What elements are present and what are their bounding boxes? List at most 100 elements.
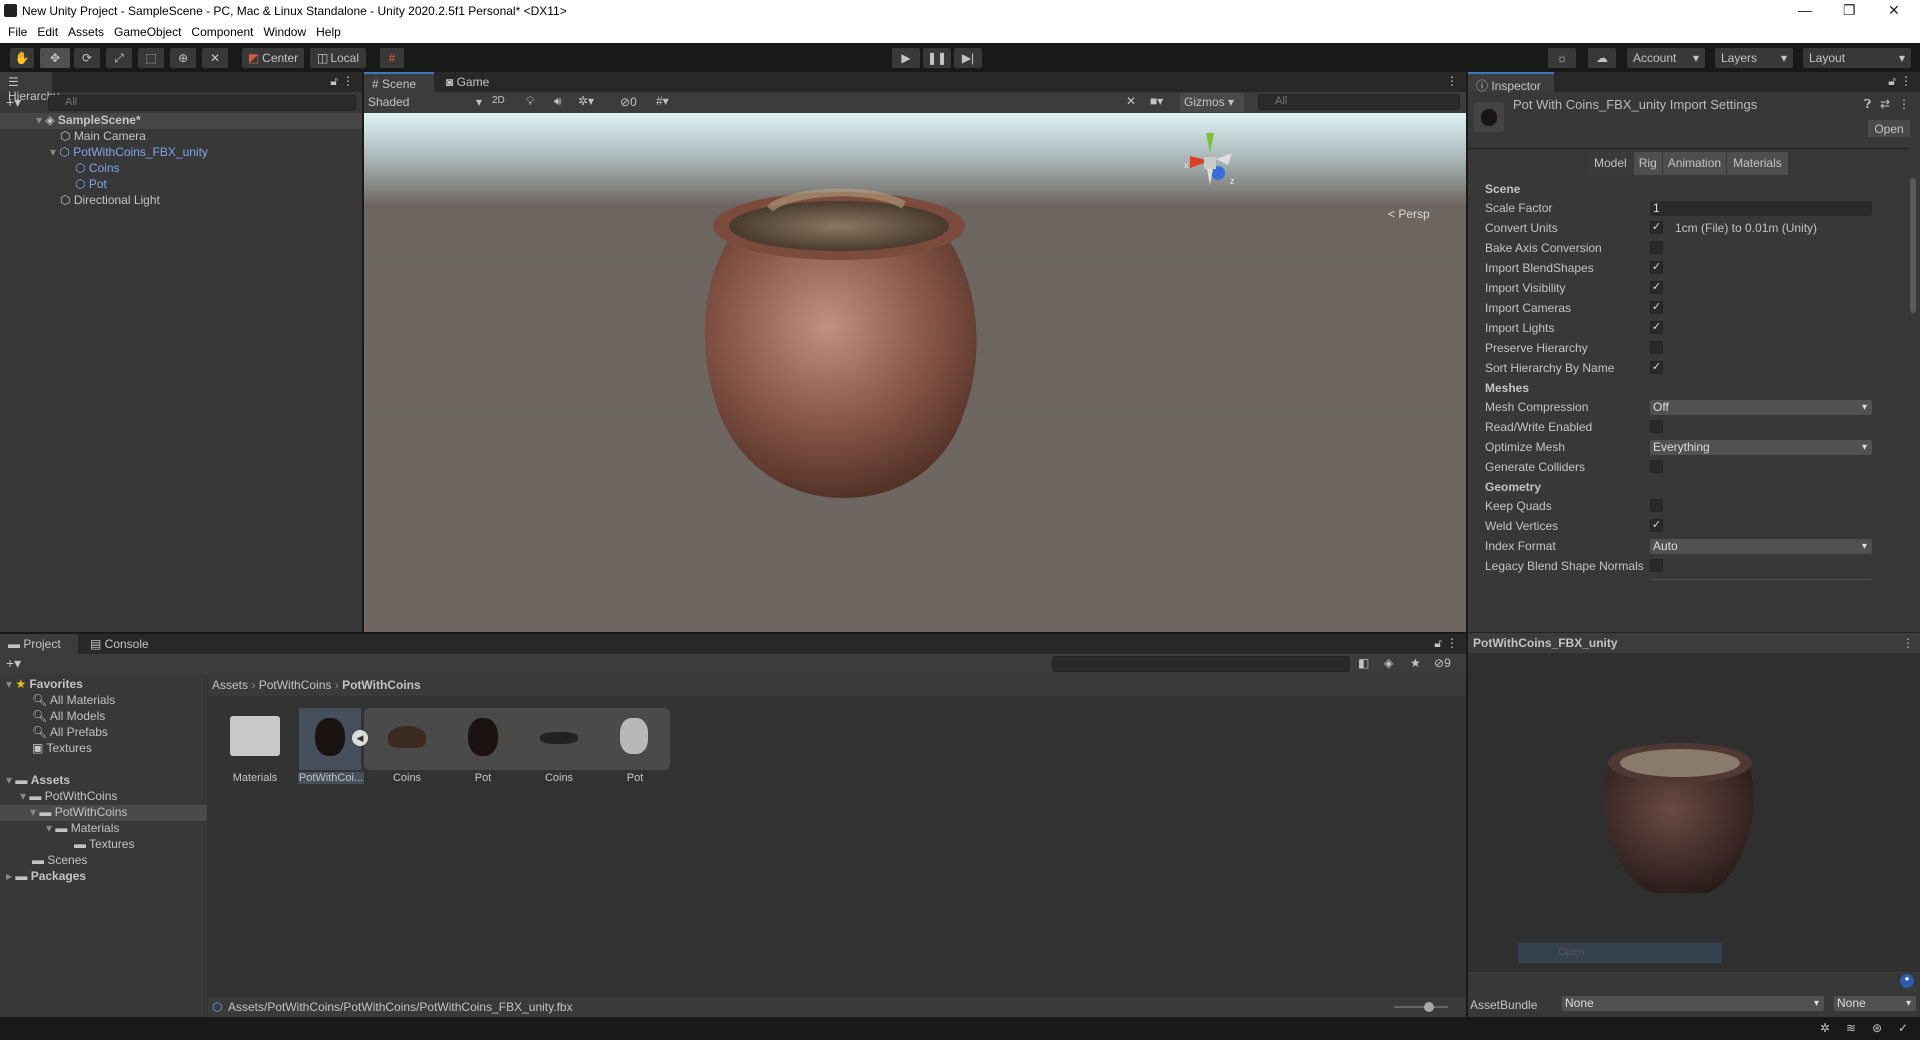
step-button[interactable]: ▶| bbox=[954, 48, 982, 68]
project-search-input[interactable] bbox=[1052, 656, 1350, 672]
more-icon[interactable]: ⋮ bbox=[1898, 97, 1910, 111]
hierarchy-item-scene[interactable]: ▾ ◈ SampleScene* bbox=[0, 113, 362, 129]
cloud-icon[interactable]: ☁ bbox=[1588, 48, 1616, 68]
hierarchy-item[interactable]: ▾ ⬡ PotWithCoins_FBX_unity bbox=[50, 145, 208, 161]
tab-materials[interactable]: Materials bbox=[1727, 152, 1788, 175]
model-preview[interactable]: Open bbox=[1468, 653, 1920, 969]
setting-checkbox[interactable]: ✓ bbox=[1650, 321, 1663, 334]
tab-hierarchy[interactable]: ☰ Hierarchy bbox=[0, 72, 59, 103]
debug-icon[interactable]: ✲ bbox=[1820, 1021, 1830, 1035]
tools-icon[interactable]: ✕ bbox=[1126, 94, 1136, 108]
favorite-item[interactable]: 🔍︎ All Prefabs bbox=[32, 725, 108, 741]
asset-label-selected[interactable]: PotWithCoi... bbox=[298, 772, 364, 784]
tree-item[interactable]: ▬ Textures bbox=[74, 837, 134, 853]
scale-tool-icon[interactable]: ⤢ bbox=[106, 48, 132, 68]
services-icon[interactable]: ☼ bbox=[1548, 48, 1576, 68]
search-by-type-icon[interactable]: ◧ bbox=[1358, 656, 1369, 670]
setting-checkbox[interactable]: ✓ bbox=[1650, 361, 1663, 374]
presets-icon[interactable]: ⇄ bbox=[1880, 97, 1890, 111]
scale-factor-input[interactable]: 1 bbox=[1650, 201, 1872, 216]
pivot-center-button[interactable]: ◩ Center bbox=[242, 48, 304, 68]
tree-item[interactable]: ▬ Scenes bbox=[32, 853, 87, 869]
tab-game[interactable]: ◙ Game bbox=[438, 72, 498, 92]
label-tag-icon[interactable]: ● bbox=[1900, 974, 1914, 988]
lock-icon[interactable]: 🔓︎ bbox=[1888, 74, 1896, 89]
collapse-arrow-icon[interactable]: ◀ bbox=[352, 730, 368, 746]
setting-dropdown[interactable]: Everything bbox=[1650, 440, 1872, 455]
breadcrumb-item[interactable]: PotWithCoins bbox=[259, 678, 332, 692]
hand-tool-icon[interactable]: ✋ bbox=[10, 48, 34, 68]
lock-icon[interactable]: 🔓︎ bbox=[330, 74, 338, 89]
menu-window[interactable]: Window bbox=[259, 22, 312, 43]
setting-checkbox[interactable] bbox=[1650, 341, 1663, 354]
setting-dropdown[interactable]: Auto bbox=[1650, 539, 1872, 554]
gizmos-dropdown[interactable]: Gizmos ▾ bbox=[1180, 93, 1244, 112]
tree-item[interactable]: ▾ ▬ PotWithCoins bbox=[20, 789, 117, 805]
tab-animation[interactable]: Animation bbox=[1662, 152, 1727, 175]
check-icon[interactable]: ✓ bbox=[1898, 1021, 1908, 1035]
setting-checkbox[interactable] bbox=[1650, 559, 1663, 572]
breadcrumb-item-current[interactable]: PotWithCoins bbox=[342, 678, 421, 692]
assetbundle-variant-dropdown[interactable]: None bbox=[1834, 996, 1916, 1011]
move-tool-icon[interactable]: ✥ bbox=[40, 48, 70, 68]
rect-tool-icon[interactable]: ⬚ bbox=[138, 48, 164, 68]
coins-mesh-thumbnail[interactable] bbox=[540, 732, 578, 744]
tab-inspector[interactable]: ⓘ Inspector bbox=[1468, 72, 1554, 93]
close-button[interactable]: ✕ bbox=[1888, 2, 1900, 19]
tab-console[interactable]: ▤ Console bbox=[82, 634, 158, 654]
setting-checkbox[interactable]: ✓ bbox=[1650, 301, 1663, 314]
layout-dropdown[interactable]: Layout ▾ bbox=[1803, 48, 1911, 68]
tree-item[interactable]: ▾ ▬ Materials bbox=[46, 821, 119, 837]
pot-mesh-thumbnail[interactable] bbox=[620, 718, 648, 754]
setting-dropdown[interactable]: Import bbox=[1650, 579, 1872, 580]
setting-checkbox[interactable]: ✓ bbox=[1650, 281, 1663, 294]
create-asset-button[interactable]: +▾ bbox=[6, 655, 21, 672]
transform-tool-icon[interactable]: ⊕ bbox=[170, 48, 196, 68]
lighting-icon[interactable]: 💡︎ bbox=[526, 94, 534, 109]
asset-label[interactable]: Pot bbox=[450, 772, 516, 784]
tab-model[interactable]: Model bbox=[1588, 152, 1633, 175]
play-button[interactable]: ▶ bbox=[892, 48, 920, 68]
folder-icon[interactable] bbox=[230, 716, 280, 756]
assetbundle-dropdown[interactable]: None bbox=[1562, 996, 1824, 1011]
preview-play-button[interactable]: Open bbox=[1518, 943, 1722, 963]
layers-dropdown[interactable]: Layers ▾ bbox=[1715, 48, 1793, 68]
favorites-header[interactable]: ▾ ★ Favorites bbox=[6, 677, 83, 693]
more-icon[interactable]: ⋮ bbox=[1900, 74, 1912, 88]
restore-button[interactable]: ❐ bbox=[1843, 2, 1856, 19]
asset-label[interactable]: Pot bbox=[602, 772, 668, 784]
tree-item-selected[interactable]: ▾ ▬ PotWithCoins bbox=[0, 805, 207, 821]
menu-edit[interactable]: Edit bbox=[33, 22, 64, 43]
pause-button[interactable]: ❚❚ bbox=[923, 48, 951, 68]
hierarchy-item[interactable]: ⬡ Directional Light bbox=[60, 193, 160, 209]
cache-server-icon[interactable]: ≋ bbox=[1846, 1021, 1856, 1035]
camera-icon[interactable]: ■▾ bbox=[1150, 94, 1163, 108]
favorite-item[interactable]: 🔍︎ All Models bbox=[32, 709, 105, 725]
hierarchy-item[interactable]: ⬡ Coins bbox=[75, 161, 120, 177]
setting-checkbox[interactable] bbox=[1650, 499, 1663, 512]
more-icon[interactable]: ⋮ bbox=[1446, 636, 1458, 650]
pot-thumbnail[interactable] bbox=[468, 718, 498, 756]
favorites-star-icon[interactable]: ★ bbox=[1410, 656, 1421, 670]
add-object-button[interactable]: +▾ bbox=[6, 94, 21, 111]
icon-size-slider[interactable] bbox=[1394, 1002, 1448, 1012]
setting-checkbox[interactable]: ✓ bbox=[1650, 221, 1663, 234]
hidden-objects-icon[interactable]: ⊘0 bbox=[620, 95, 637, 109]
scene-search-input[interactable]: All bbox=[1258, 94, 1460, 110]
rotate-tool-icon[interactable]: ⟳ bbox=[74, 48, 100, 68]
more-icon[interactable]: ⋮ bbox=[1446, 74, 1458, 88]
favorite-item[interactable]: 🔍︎ All Materials bbox=[32, 693, 115, 709]
custom-tool-icon[interactable]: ✕ bbox=[202, 48, 228, 68]
setting-dropdown[interactable]: Off bbox=[1650, 400, 1872, 415]
setting-checkbox[interactable] bbox=[1650, 460, 1663, 473]
tree-item-packages[interactable]: ▸ ▬ Packages bbox=[6, 869, 86, 885]
setting-checkbox[interactable]: ✓ bbox=[1650, 519, 1663, 532]
menu-assets[interactable]: Assets bbox=[64, 22, 110, 43]
persp-label[interactable]: < Persp bbox=[1388, 207, 1430, 221]
auto-generate-lighting-icon[interactable]: ⊛ bbox=[1872, 1021, 1882, 1035]
favorite-item[interactable]: ▣ Textures bbox=[32, 741, 92, 757]
audio-icon[interactable]: 🔊︎ bbox=[554, 94, 562, 109]
asset-label[interactable]: Materials bbox=[222, 772, 288, 784]
open-button[interactable]: Open bbox=[1868, 120, 1910, 137]
2d-toggle[interactable]: 2D bbox=[492, 95, 514, 106]
